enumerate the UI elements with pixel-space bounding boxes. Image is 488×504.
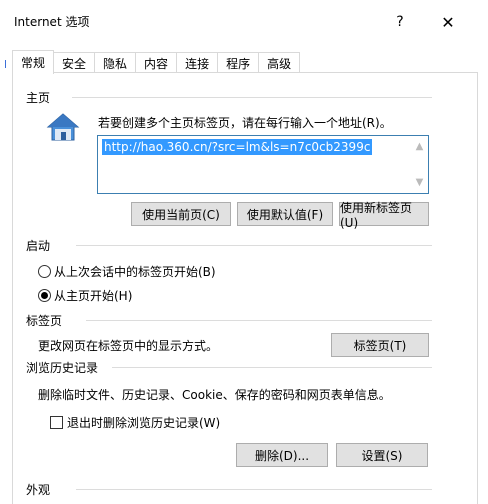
close-button[interactable]: ✕ [424,6,472,38]
appearance-group-label: 外观 [26,481,57,498]
startup-group-label: 启动 [26,237,57,254]
tab-strip: 常规 安全 隐私 内容 连接 程序 高级 [12,50,301,74]
radio-indicator-checked [38,289,51,302]
home-description: 若要创建多个主页标签页，请在每行输入一个地址(R)。 [98,116,392,130]
startup-last-session-radio[interactable]: 从上次会话中的标签页开始(B) [38,263,216,280]
tab-content[interactable]: 内容 [135,52,178,73]
home-group-divider [72,97,432,98]
scroll-down-icon[interactable]: ▼ [411,174,428,191]
delete-history-button[interactable]: 删除(D)... [236,443,328,467]
checkbox-indicator [50,416,63,429]
use-new-tab-button[interactable]: 使用新标签页(U) [339,201,429,230]
tab-connections[interactable]: 连接 [176,52,219,73]
use-default-button[interactable]: 使用默认值(F) [237,202,333,226]
tab-advanced[interactable]: 高级 [258,52,301,73]
scroll-up-icon[interactable]: ▲ [411,138,428,155]
tabs-group-divider [86,320,432,321]
tab-general[interactable]: 常规 [12,50,55,74]
startup-last-session-label: 从上次会话中的标签页开始(B) [54,265,216,279]
history-description: 删除临时文件、历史记录、Cookie、保存的密码和网页表单信息。 [38,388,391,402]
title-bar: Internet 选项 ? ✕ [0,0,488,44]
use-current-button[interactable]: 使用当前页(C) [131,202,231,226]
home-page-url-text: http://hao.360.cn/?src=lm&ls=n7c0cb2399c [102,139,373,155]
delete-history-on-exit-label: 退出时删除浏览历史记录(W) [67,416,221,430]
tab-security[interactable]: 安全 [53,52,96,73]
history-settings-button[interactable]: 设置(S) [336,443,428,467]
tabs-settings-button[interactable]: 标签页(T) [331,333,429,357]
delete-history-on-exit-checkbox[interactable]: 退出时删除浏览历史记录(W) [50,414,220,431]
home-group-label: 主页 [26,89,57,106]
url-scrollbar[interactable]: ▲ ▼ [411,136,428,193]
radio-indicator [38,265,51,278]
startup-home-radio[interactable]: 从主页开始(H) [38,287,132,304]
tabs-group-label: 标签页 [26,312,69,329]
appearance-group-divider [76,489,432,490]
tab-privacy[interactable]: 隐私 [94,52,137,73]
home-page-url-textarea[interactable]: http://hao.360.cn/?src=lm&ls=n7c0cb2399c… [97,135,429,194]
help-button[interactable]: ? [380,6,420,38]
startup-group-divider [76,245,432,246]
internet-options-window: Internet 选项 ? ✕ 常规 安全 隐私 内容 连接 程序 高级 主页 … [0,0,488,504]
history-group-divider [112,367,432,368]
history-group-label: 浏览历史记录 [26,359,105,376]
window-title: Internet 选项 [14,15,90,29]
tabs-description: 更改网页在标签页中的显示方式。 [38,339,219,353]
window-left-edge [0,0,6,504]
startup-home-label: 从主页开始(H) [54,289,133,303]
house-icon [46,112,80,142]
tab-programs[interactable]: 程序 [217,52,260,73]
